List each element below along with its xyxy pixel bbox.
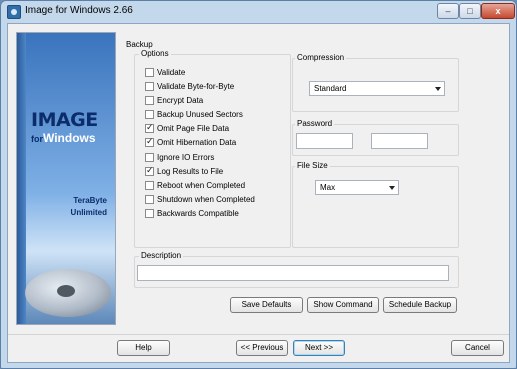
branding-panel: IMAGE forWindows TeraByte Unlimited [16,32,116,325]
checkbox-omit-hibernation[interactable] [145,136,154,147]
option-label: Shutdown when Completed [157,194,255,204]
disk-hub [57,285,75,297]
description-label: Description [139,251,184,260]
dialog-client: IMAGE forWindows TeraByte Unlimited Back… [7,23,510,363]
checkbox-unused-sectors[interactable] [145,109,154,119]
filesize-select[interactable]: Max [315,180,399,195]
company-name: TeraByte Unlimited [27,195,107,219]
options-label: Options [139,49,171,58]
password-label: Password [295,119,335,128]
option-validate[interactable]: Validate [145,66,185,78]
option-reboot[interactable]: Reboot when Completed [145,179,245,191]
option-label: Backwards Compatible [157,208,239,218]
option-ignore-io[interactable]: Ignore IO Errors [145,151,214,163]
option-backwards[interactable]: Backwards Compatible [145,207,239,219]
minimize-button[interactable]: – [437,3,459,19]
option-label: Encrypt Data [157,95,204,105]
chevron-down-icon [389,186,395,190]
compression-select[interactable]: Standard [309,81,445,96]
description-field[interactable] [137,265,449,281]
filesize-label: File Size [295,161,330,170]
option-label: Validate Byte-for-Byte [157,81,235,91]
checkbox-reboot[interactable] [145,180,154,190]
chevron-down-icon [435,87,441,91]
compression-group: Compression Standard [292,53,459,112]
checkbox-backwards[interactable] [145,208,154,218]
checkbox-validate[interactable] [145,67,154,77]
password-group: Password [292,119,459,156]
logo-for-text: for [31,134,43,144]
window-title: Image for Windows 2.66 [25,5,133,16]
company-line-1: TeraByte [73,196,107,205]
logo-windows-text: Windows [43,131,96,145]
option-label: Log Results to File [157,166,224,176]
checkbox-ignore-io[interactable] [145,152,154,162]
options-group: Options Validate Validate Byte-for-Byte … [134,49,291,248]
checkbox-shutdown[interactable] [145,194,154,204]
option-label: Omit Page File Data [157,123,230,133]
checkbox-omit-page-file[interactable] [145,122,154,133]
footer-divider [8,334,509,335]
option-omit-page-file[interactable]: Omit Page File Data [145,122,229,134]
title-bar[interactable]: Image for Windows 2.66 – □ x [1,1,516,23]
app-window: Image for Windows 2.66 – □ x IMAGE forWi… [0,0,517,369]
backup-heading: Backup [126,40,153,49]
previous-button[interactable]: << Previous [236,340,288,356]
checkbox-encrypt[interactable] [145,95,154,105]
checkbox-validate-byte[interactable] [145,81,154,91]
close-button[interactable]: x [481,3,515,19]
password-field[interactable] [296,133,353,149]
option-label: Ignore IO Errors [157,152,215,162]
option-shutdown[interactable]: Shutdown when Completed [145,193,255,205]
option-omit-hibernation[interactable]: Omit Hibernation Data [145,136,236,148]
option-unused-sectors[interactable]: Backup Unused Sectors [145,108,243,120]
help-button[interactable]: Help [117,340,170,356]
checkbox-log-results[interactable] [145,165,154,176]
company-line-2: Unlimited [70,208,107,217]
filesize-group: File Size Max [292,161,459,248]
option-label: Omit Hibernation Data [157,137,237,147]
compression-label: Compression [295,53,347,62]
option-encrypt[interactable]: Encrypt Data [145,94,203,106]
description-group: Description [134,251,459,288]
logo-subtitle: forWindows [31,131,96,145]
panel-strip [17,33,26,324]
show-command-button[interactable]: Show Command [307,297,379,313]
schedule-backup-button[interactable]: Schedule Backup [383,297,457,313]
option-label: Reboot when Completed [157,180,246,190]
password-confirm-field[interactable] [371,133,428,149]
option-label: Backup Unused Sectors [157,109,243,119]
save-defaults-button[interactable]: Save Defaults [230,297,303,313]
logo-image-text: IMAGE [31,109,98,131]
option-label: Validate [157,67,186,77]
maximize-button[interactable]: □ [459,3,481,19]
option-validate-byte[interactable]: Validate Byte-for-Byte [145,80,234,92]
option-log-results[interactable]: Log Results to File [145,165,223,177]
filesize-value: Max [320,183,336,192]
cancel-button[interactable]: Cancel [451,340,504,356]
compression-value: Standard [314,84,347,93]
app-icon [7,5,21,19]
next-button[interactable]: Next >> [293,340,345,356]
